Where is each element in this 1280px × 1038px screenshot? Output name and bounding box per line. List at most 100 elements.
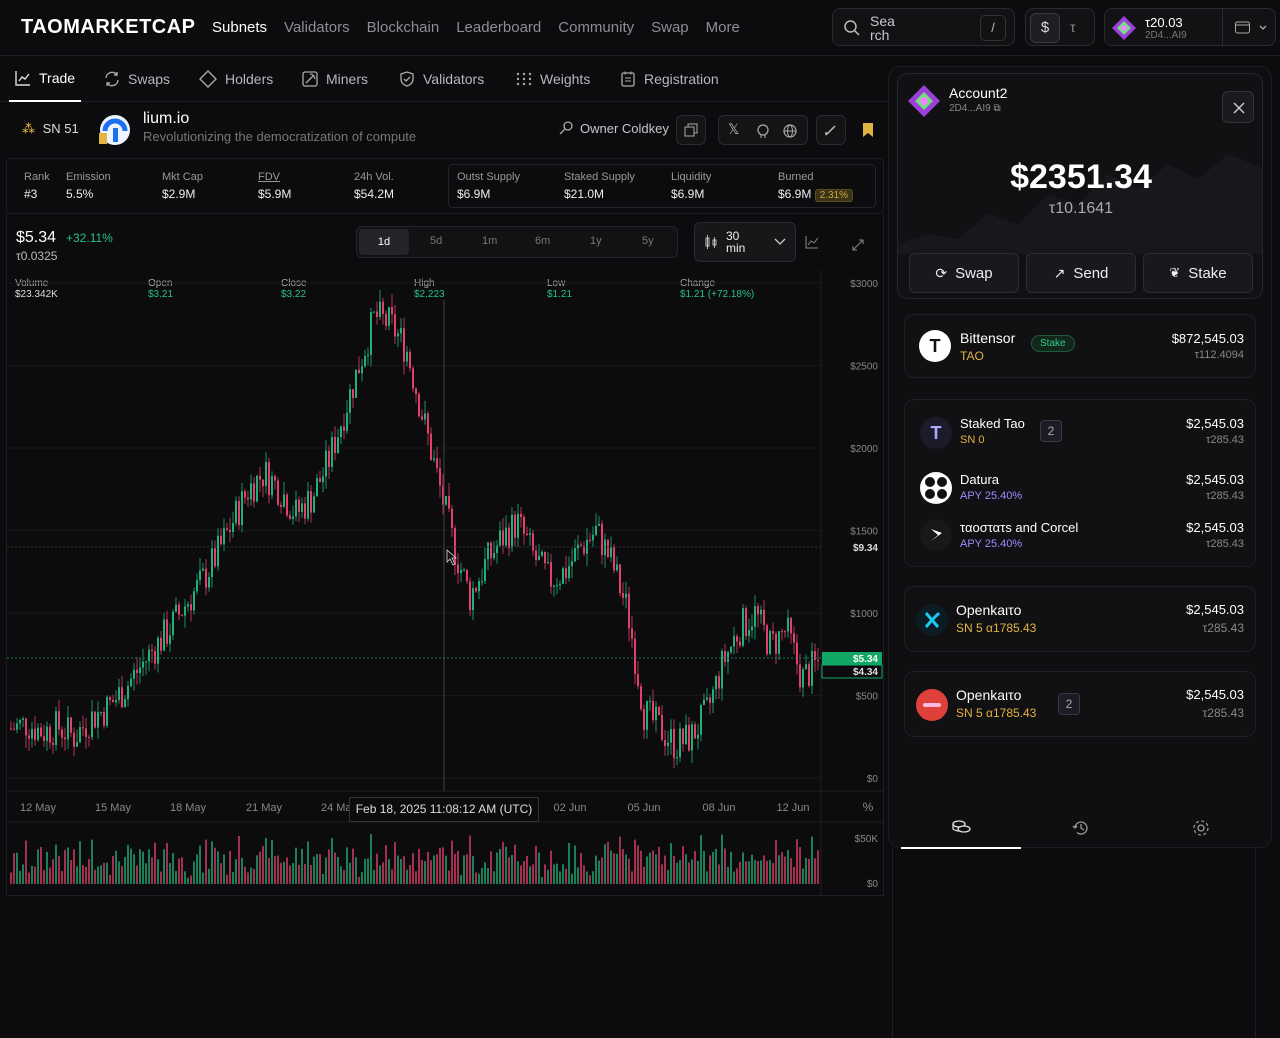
holding-name[interactable]: Datura xyxy=(960,472,999,487)
nav-blockchain[interactable]: Blockchain xyxy=(367,19,440,36)
nav-swap[interactable]: Swap xyxy=(651,19,689,36)
candle-body xyxy=(238,500,240,526)
tao-toggle[interactable]: τ xyxy=(1070,19,1076,35)
volume-bar xyxy=(199,845,201,884)
volume-bar xyxy=(421,859,423,884)
expand-icon[interactable] xyxy=(852,239,864,251)
edit-button[interactable] xyxy=(816,115,846,145)
tab-miners-label: Miners xyxy=(326,71,369,87)
volume-bar xyxy=(43,870,45,884)
range-5y[interactable]: 5y xyxy=(642,235,654,247)
percent-toggle[interactable]: % xyxy=(863,800,874,814)
wallet-button[interactable]: τ20.03 2D4...AI9 xyxy=(1104,8,1276,47)
volume-bar xyxy=(664,855,666,884)
tab-settings[interactable] xyxy=(1141,807,1261,849)
globe-icon[interactable] xyxy=(783,124,797,138)
wallet-icon[interactable] xyxy=(1235,21,1269,35)
holding-tao: τ112.4094 xyxy=(1194,349,1244,361)
candle-body xyxy=(28,735,30,739)
holding-sub: SN 5 α1785.43 xyxy=(956,621,1036,635)
volume-bar xyxy=(94,869,96,884)
tab-history[interactable] xyxy=(1021,807,1141,849)
datura-logo-icon xyxy=(920,472,952,504)
stat-label: Outst Supply xyxy=(457,171,520,183)
tab-registration[interactable]: Registration xyxy=(620,56,719,102)
logo[interactable]: TAOMARKETCAP xyxy=(21,16,196,39)
holding-openkaito-2[interactable]: Openkaιτo SN 5 α1785.43 2 $2,545.03 τ285… xyxy=(904,671,1256,737)
candle-body xyxy=(595,525,597,535)
tab-weights[interactable]: Weights xyxy=(516,56,590,102)
candle-body xyxy=(592,534,594,541)
volume-bar xyxy=(445,855,447,884)
candle-body xyxy=(532,533,534,551)
send-button[interactable]: ↗ Send xyxy=(1026,253,1136,293)
wallet-balance: τ20.03 xyxy=(1145,15,1183,30)
nav-validators[interactable]: Validators xyxy=(284,19,350,36)
search-label: Sea rch xyxy=(870,13,895,43)
tab-miners[interactable]: Miners xyxy=(302,56,368,102)
volume-bar xyxy=(607,841,609,884)
volume-bar xyxy=(796,839,798,884)
price-marker-label: $5.34 xyxy=(853,654,878,665)
owner-coldkey-button[interactable]: Owner Coldkey xyxy=(558,120,669,136)
candle-body xyxy=(202,568,204,571)
subnet-stats: Rank #3 Emission 5.5% Mkt Cap $2.9M FDV $5.9… xyxy=(6,158,884,214)
volume-bar xyxy=(583,865,585,884)
holding-usd: $872,545.03 xyxy=(1171,331,1244,346)
holding-name[interactable]: ταοστατs and Corcel xyxy=(960,520,1078,535)
x-icon[interactable]: 𝕏 xyxy=(728,121,739,138)
tab-validators[interactable]: Validators xyxy=(399,56,484,102)
candle-body xyxy=(655,706,657,721)
range-6m[interactable]: 6m xyxy=(535,235,550,247)
range-1y[interactable]: 1y xyxy=(590,235,602,247)
volume-bar xyxy=(736,868,738,884)
candle-body xyxy=(52,742,54,745)
volume-bar xyxy=(139,849,141,884)
interval-select[interactable]: 30 min xyxy=(694,222,796,262)
candle-body xyxy=(409,351,411,369)
bookmark-icon[interactable] xyxy=(862,122,874,138)
candle-body xyxy=(745,608,747,636)
tab-portfolio[interactable] xyxy=(901,807,1021,849)
range-1d[interactable]: 1d xyxy=(359,229,409,255)
holding-name: Bittensor xyxy=(960,330,1016,346)
candle-body xyxy=(691,724,693,751)
candle-body xyxy=(481,581,483,583)
volume-bar xyxy=(175,870,177,884)
search-input[interactable]: Sea rch / xyxy=(832,8,1015,46)
stake-button[interactable]: ❦ Stake xyxy=(1143,253,1253,293)
nav-community[interactable]: Community xyxy=(558,19,634,36)
close-button[interactable] xyxy=(1222,91,1254,123)
nav-leaderboard[interactable]: Leaderboard xyxy=(456,19,541,36)
tab-swaps[interactable]: Swaps xyxy=(104,56,170,102)
volume-bar xyxy=(754,860,756,884)
currency-toggle[interactable]: $ τ xyxy=(1025,8,1095,46)
github-icon[interactable] xyxy=(756,124,770,138)
candle-body xyxy=(400,328,402,334)
tab-trade[interactable]: Trade xyxy=(9,56,82,102)
tab-holders[interactable]: Holders xyxy=(199,56,273,102)
volume-bar xyxy=(787,850,789,884)
swap-button[interactable]: ⟳ Swap xyxy=(909,253,1019,293)
holding-tao: τ285.43 xyxy=(1202,621,1244,635)
candle-body xyxy=(802,669,804,688)
holding-bittensor[interactable]: T Bittensor TAO Stake $872,545.03 τ112.4… xyxy=(904,314,1256,378)
holding-name: Staked Tao xyxy=(960,416,1025,431)
usd-toggle[interactable]: $ xyxy=(1030,13,1060,43)
nav-subnets[interactable]: Subnets xyxy=(212,19,267,36)
volume-bar xyxy=(739,861,741,884)
range-5d[interactable]: 5d xyxy=(430,235,442,247)
volume-bar xyxy=(718,864,720,884)
copy-button[interactable] xyxy=(676,115,706,145)
candle-body xyxy=(361,366,363,374)
range-1m[interactable]: 1m xyxy=(482,235,497,247)
holding-openkaito[interactable]: Openkaιτo SN 5 α1785.43 $2,545.03 τ285.4… xyxy=(904,586,1256,652)
volume-bar xyxy=(181,857,183,884)
candle-body xyxy=(814,651,816,661)
volume-bar xyxy=(241,857,243,884)
stake-badge[interactable]: Stake xyxy=(1031,335,1075,352)
chart-type-icon[interactable] xyxy=(805,235,819,249)
nav-more[interactable]: More xyxy=(706,19,740,36)
copy-icon[interactable]: ⧉ xyxy=(993,103,1000,114)
candle-body xyxy=(136,669,138,674)
